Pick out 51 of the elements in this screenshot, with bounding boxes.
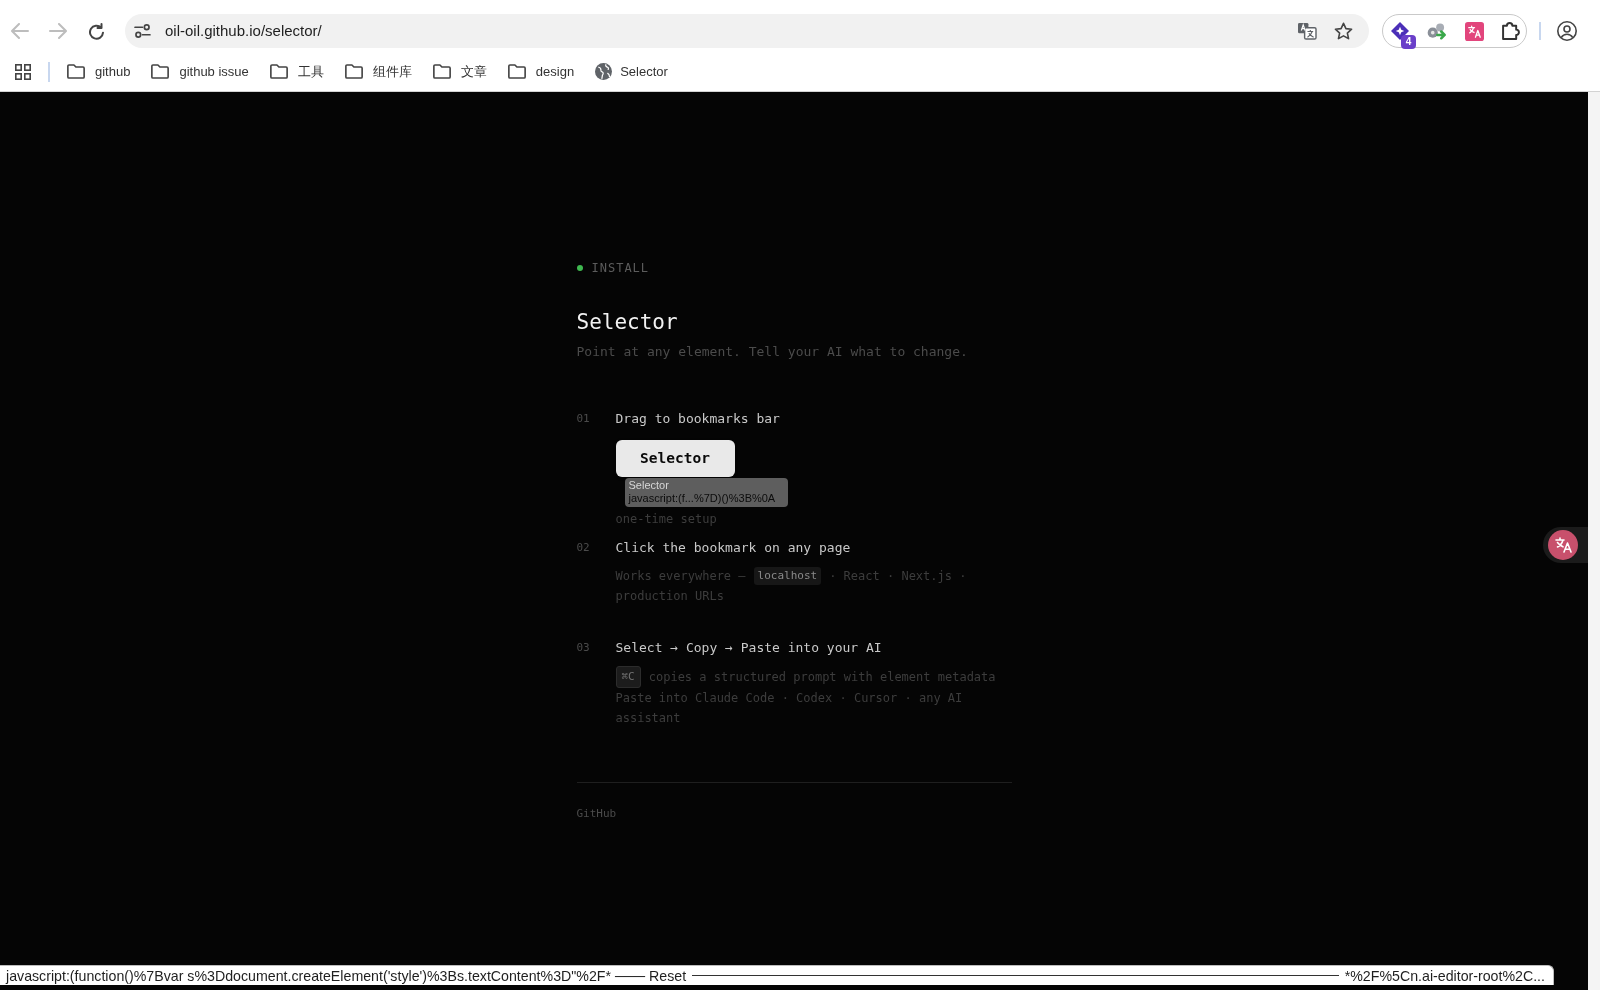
step-description: one-time setup [615, 511, 717, 528]
bookmark-link[interactable]: Selector [595, 61, 668, 82]
bookmark-folder[interactable]: design [507, 61, 575, 82]
page-title: Selector [576, 309, 679, 336]
page-subtitle: Point at any element. Tell your AI what to change. [576, 343, 969, 361]
shortcut-key: ⌘C [615, 666, 641, 688]
bookmark-folder[interactable]: 工具 [269, 61, 324, 82]
bookmark-folder[interactable]: 组件库 [344, 61, 412, 82]
folder-icon [344, 64, 363, 79]
gears-extension-icon[interactable] [1427, 22, 1447, 40]
site-settings-icon[interactable] [134, 24, 151, 38]
puzzle-icon[interactable] [1502, 22, 1520, 40]
folder-icon [67, 64, 85, 79]
drag-preview-url: javascript:(f...%7D)()%3B%0A [628, 492, 777, 505]
step-number: 02 [576, 540, 591, 556]
profile-icon[interactable] [1557, 21, 1577, 41]
status-url-text: javascript:(function()%7Bvar s%3Ddocument.createElement('style')%3Bs.textContent%3D"%2F* ─── Reset [6, 966, 687, 985]
url-text: oil-oil.github.io/selector/ [165, 20, 322, 41]
bookmarklet-button[interactable]: Selector [615, 440, 735, 477]
reload-icon[interactable] [89, 22, 104, 40]
floating-translate-button[interactable] [1543, 527, 1588, 563]
drag-preview-title: Selector [628, 479, 670, 492]
step-title: Click the bookmark on any page [615, 539, 852, 557]
step-description: production URLs [615, 588, 724, 605]
globe-icon [595, 63, 613, 80]
step-description: copies a structured prompt with element metadata [648, 669, 996, 686]
step-number: 01 [576, 411, 591, 427]
bookmark-folder[interactable]: github issue [151, 61, 249, 82]
bookmark-folder[interactable]: 文章 [432, 61, 487, 82]
step-title: Drag to bookmarks bar [615, 410, 781, 428]
translate-icon[interactable] [1297, 22, 1317, 40]
folder-icon [269, 64, 288, 79]
bookmark-folder[interactable]: github [67, 61, 131, 82]
folder-icon [432, 64, 451, 79]
step-description: Paste into Claude Code · Codex · Cursor · any AI assistant [615, 690, 964, 727]
translate-extension-icon[interactable] [1465, 21, 1484, 41]
step-description: Works everywhere — [615, 568, 746, 585]
step-number: 03 [576, 640, 591, 656]
folder-icon [151, 64, 170, 79]
apps-grid-icon[interactable] [15, 63, 31, 80]
inline-code: localhost [753, 567, 822, 585]
extension-badge: 4 [1401, 35, 1416, 49]
folder-icon [507, 64, 526, 79]
section-label: INSTALL [591, 260, 650, 277]
address-bar[interactable]: oil-oil.github.io/selector/ [125, 14, 1369, 48]
step-title: Select → Copy → Paste into your AI [615, 639, 883, 657]
star-icon[interactable] [1334, 22, 1353, 40]
translate-icon [1548, 530, 1578, 560]
status-url-text: *%2F%5Cn.ai-editor-root%2C... [1344, 966, 1545, 985]
step-description: · React · Next.js · [829, 568, 967, 585]
status-dot-icon [576, 265, 583, 271]
